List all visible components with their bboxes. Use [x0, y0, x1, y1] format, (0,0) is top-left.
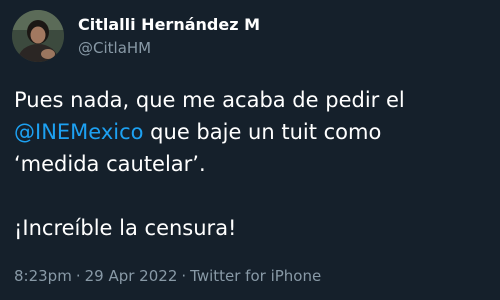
tweet-line-3: ‘medida cautelar’.: [14, 152, 206, 176]
meta-separator: ·: [75, 267, 81, 285]
tweet-time[interactable]: 8:23pm: [14, 267, 72, 285]
tweet-line-4: ¡Increíble la censura!: [14, 216, 237, 240]
tweet-line-2-text: que baje un tuit como: [143, 120, 382, 144]
tweet-text: Pues nada, que me acaba de pedir el @INE…: [14, 84, 490, 244]
mention-link[interactable]: @INEMexico: [14, 120, 144, 144]
author-names: Citlalli Hernández M @CitlaHM: [78, 14, 260, 59]
avatar[interactable]: [12, 10, 64, 62]
tweet-meta: 8:23pm · 29 Apr 2022 · Twitter for iPhone: [14, 266, 321, 286]
tweet-header: Citlalli Hernández M @CitlaHM: [12, 10, 260, 62]
meta-separator: ·: [181, 267, 187, 285]
author-display-name[interactable]: Citlalli Hernández M: [78, 14, 260, 36]
tweet-line-2: @INEMexico que baje un tuit como: [14, 116, 490, 148]
tweet-source[interactable]: Twitter for iPhone: [190, 267, 321, 285]
tweet-card: Citlalli Hernández M @CitlaHM Pues nada,…: [0, 0, 500, 300]
tweet-date[interactable]: 29 Apr 2022: [85, 267, 178, 285]
user-avatar-icon: [12, 10, 64, 62]
tweet-line-1: Pues nada, que me acaba de pedir el: [14, 88, 405, 112]
author-handle[interactable]: @CitlaHM: [78, 37, 260, 59]
